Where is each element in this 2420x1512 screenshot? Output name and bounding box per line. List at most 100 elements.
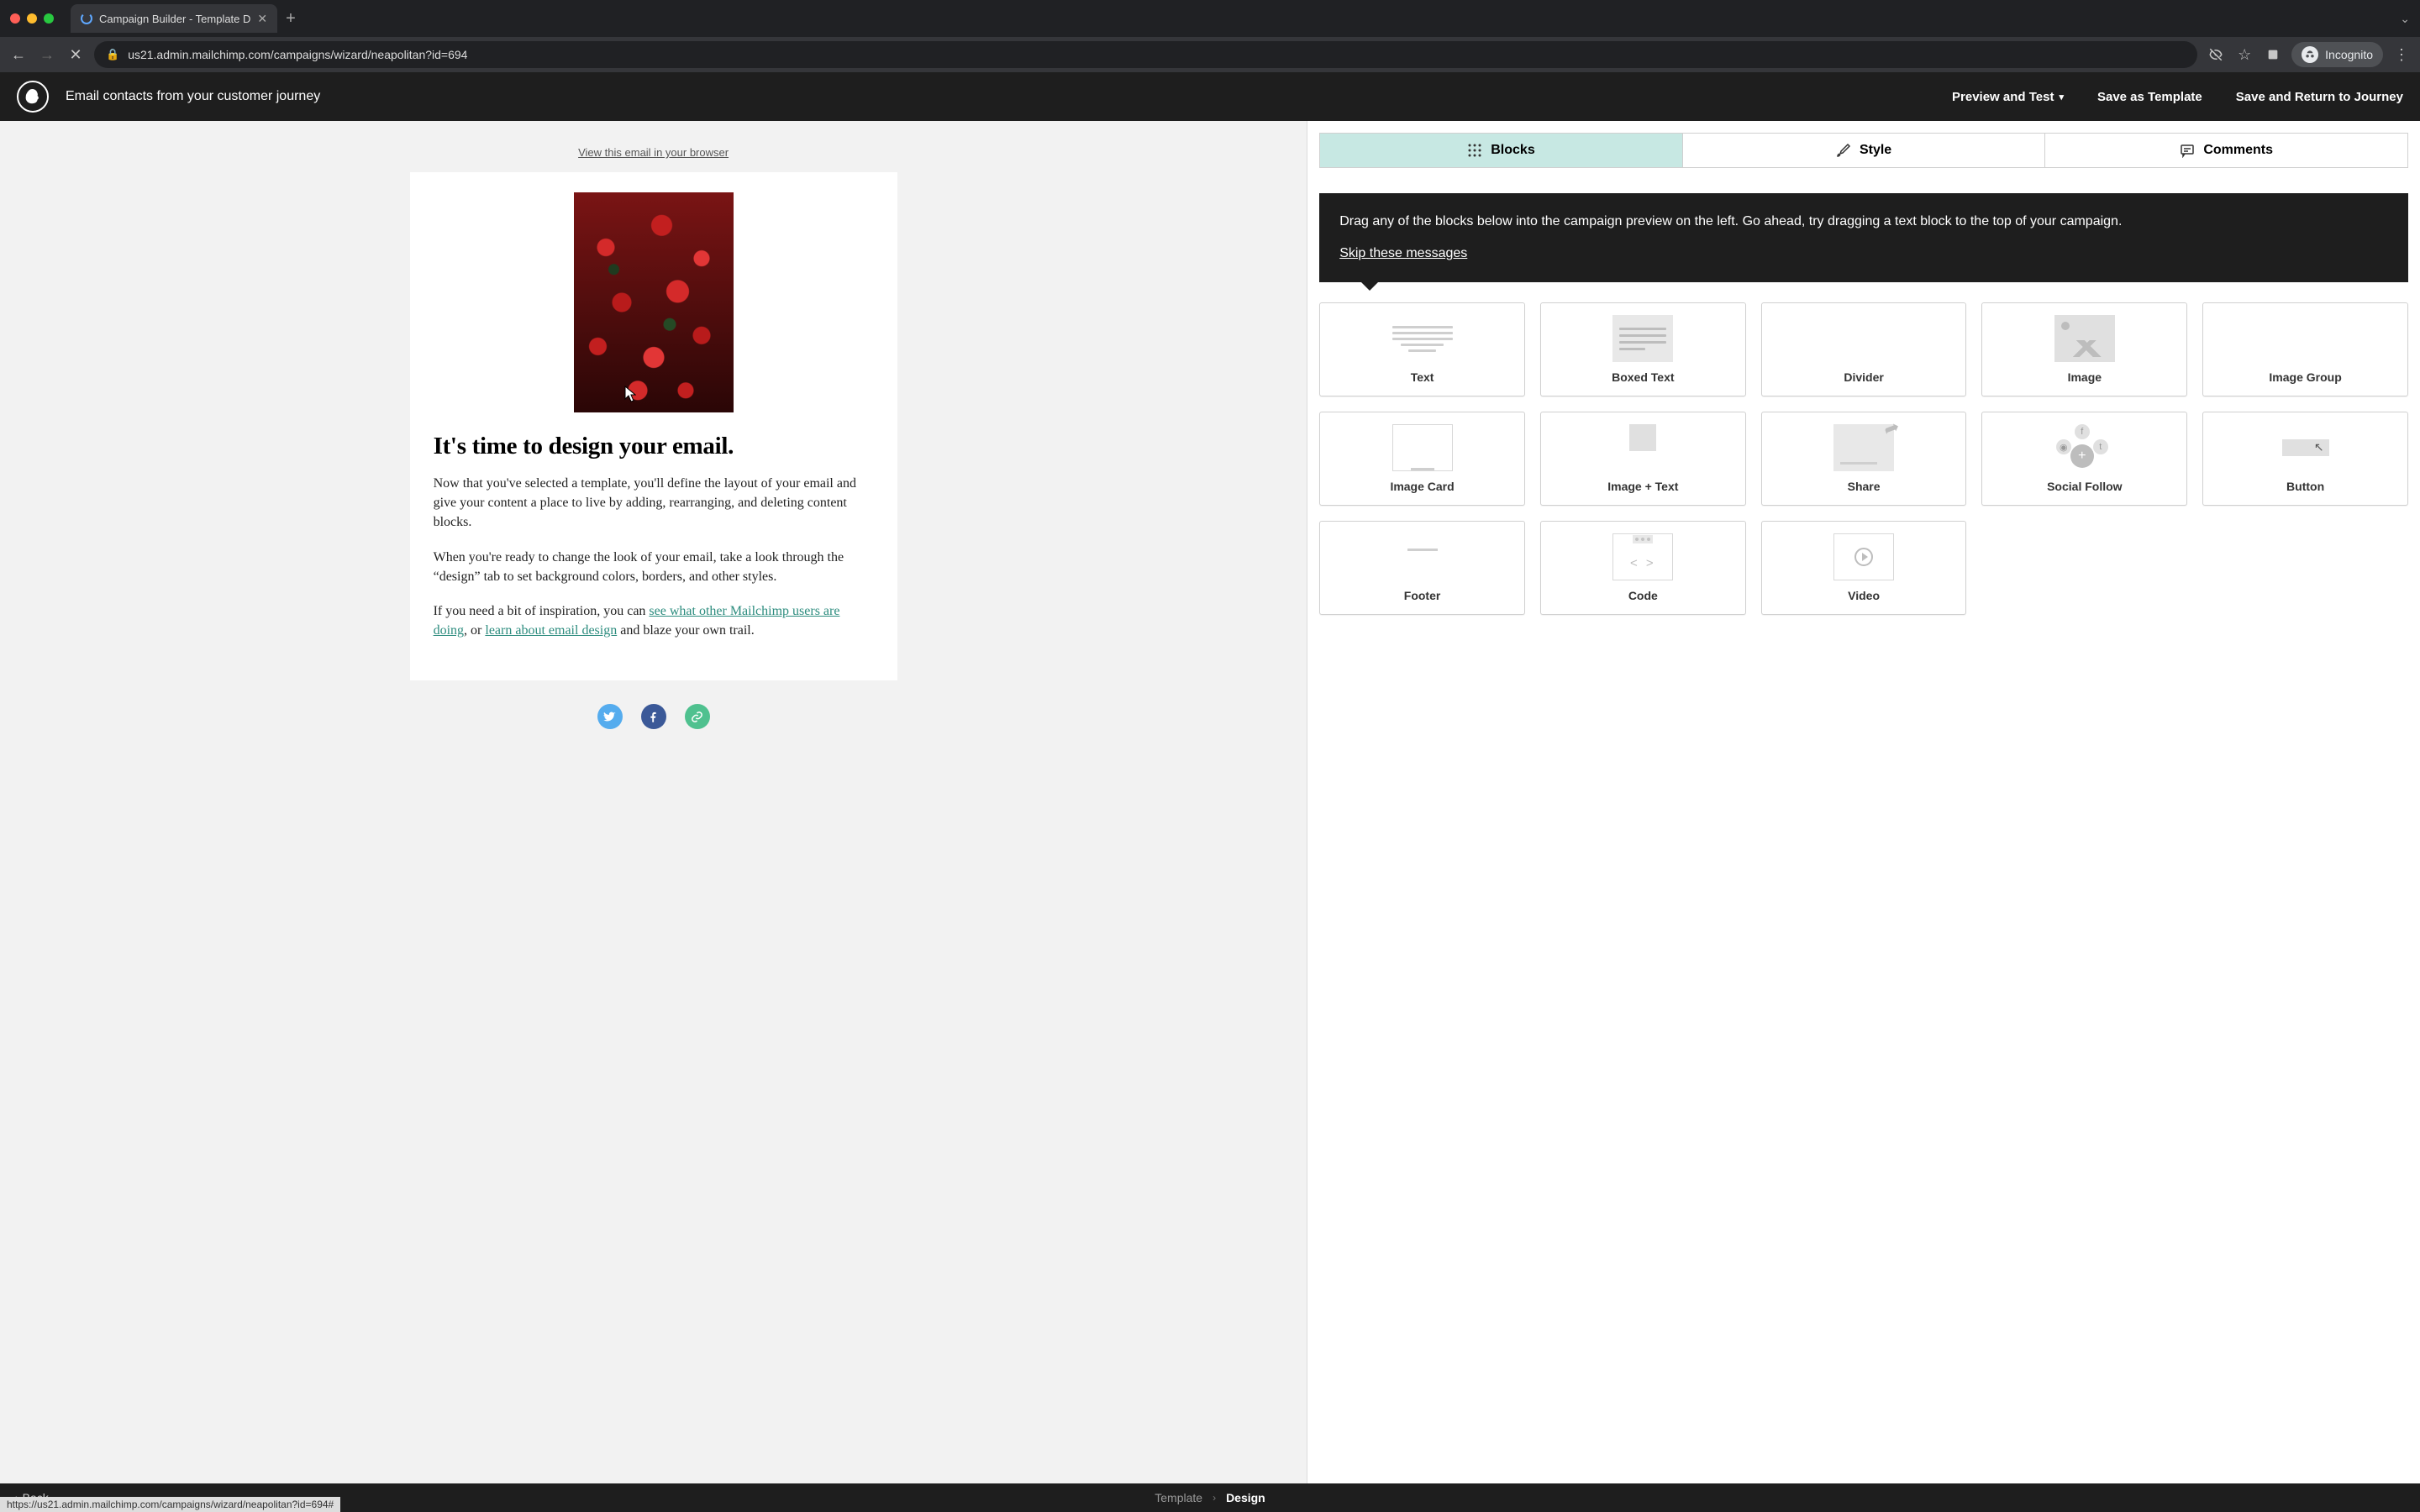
twitter-icon[interactable]: [597, 704, 623, 729]
video-icon: [1833, 533, 1894, 580]
tab-title: Campaign Builder - Template D: [99, 13, 250, 25]
chevron-right-icon: ›: [1213, 1492, 1216, 1504]
block-divider[interactable]: Divider: [1761, 302, 1967, 396]
block-image-group[interactable]: Image Group: [2202, 302, 2408, 396]
block-image[interactable]: Image: [1981, 302, 2187, 396]
block-social-follow-label: Social Follow: [2047, 480, 2122, 493]
preview-label: Preview and Test: [1952, 90, 2054, 104]
onboarding-tip: Drag any of the blocks below into the ca…: [1319, 193, 2408, 282]
topbar-actions: Preview and Test ▾ Save as Template Save…: [1952, 90, 2403, 104]
browser-navbar: ← → ✕ 🔒 us21.admin.mailchimp.com/campaig…: [0, 37, 2420, 72]
block-divider-label: Divider: [1844, 370, 1883, 384]
back-icon[interactable]: ←: [8, 45, 29, 65]
cursor-icon: [624, 386, 636, 402]
p3-mid: , or: [464, 623, 485, 638]
tab-blocks[interactable]: Blocks: [1320, 134, 1683, 167]
block-image-text[interactable]: Image + Text: [1540, 412, 1746, 506]
block-boxed-text-label: Boxed Text: [1612, 370, 1674, 384]
image-text-icon: [1612, 424, 1673, 471]
block-social-follow[interactable]: ◉ft + Social Follow: [1981, 412, 2187, 506]
preview-and-test-button[interactable]: Preview and Test ▾: [1952, 90, 2064, 104]
stop-reload-icon[interactable]: ✕: [66, 45, 86, 65]
mailchimp-logo-icon[interactable]: [17, 81, 49, 113]
view-in-browser-link[interactable]: View this email in your browser: [578, 146, 729, 159]
image-icon: [2054, 315, 2115, 362]
address-bar[interactable]: 🔒 us21.admin.mailchimp.com/campaigns/wiz…: [94, 41, 2197, 68]
email-body-text[interactable]: Now that you've selected a template, you…: [434, 474, 874, 640]
eye-off-icon[interactable]: [2206, 45, 2226, 65]
p3-prefix: If you need a bit of inspiration, you ca…: [434, 604, 650, 618]
hero-image[interactable]: [574, 192, 734, 412]
text-block-icon: [1392, 315, 1453, 362]
image-group-icon: [2275, 315, 2336, 362]
email-canvas[interactable]: It's time to design your email. Now that…: [410, 172, 897, 680]
loading-spinner-icon: [81, 13, 92, 24]
block-video-label: Video: [1848, 589, 1880, 602]
block-button[interactable]: ↖ Button: [2202, 412, 2408, 506]
breadcrumb: Template › Design: [1155, 1491, 1265, 1504]
blocks-grid-icon: [1467, 143, 1482, 158]
image-card-icon: [1392, 424, 1453, 471]
incognito-badge[interactable]: Incognito: [2291, 42, 2383, 67]
tab-style[interactable]: Style: [1683, 134, 2046, 167]
chevron-down-icon: ▾: [2059, 92, 2064, 102]
social-follow-icon: ◉ft +: [2054, 424, 2115, 471]
link-icon[interactable]: [685, 704, 710, 729]
builder-tabs: Blocks Style Comments: [1319, 133, 2408, 168]
tab-blocks-label: Blocks: [1491, 143, 1534, 158]
share-icon: ➦: [1833, 424, 1894, 471]
block-boxed-text[interactable]: Boxed Text: [1540, 302, 1746, 396]
builder-pane: Blocks Style Comments Drag any of the bl…: [1307, 121, 2420, 1483]
page-title: Email contacts from your customer journe…: [66, 89, 320, 104]
bottom-bar: ‹ Back Template › Design: [0, 1483, 2420, 1512]
block-image-text-label: Image + Text: [1607, 480, 1678, 493]
crumb-template[interactable]: Template: [1155, 1491, 1202, 1504]
lock-icon: 🔒: [106, 48, 119, 61]
block-image-card[interactable]: Image Card: [1319, 412, 1525, 506]
crumb-design: Design: [1226, 1491, 1265, 1504]
save-and-return-button[interactable]: Save and Return to Journey: [2236, 90, 2403, 104]
p3-suffix: and blaze your own trail.: [617, 623, 755, 638]
tabs-overflow-icon[interactable]: ⌄: [2400, 12, 2410, 26]
save-as-template-button[interactable]: Save as Template: [2097, 90, 2202, 104]
block-footer[interactable]: Footer: [1319, 521, 1525, 615]
block-image-label: Image: [2068, 370, 2102, 384]
block-video[interactable]: Video: [1761, 521, 1967, 615]
block-image-group-label: Image Group: [2269, 370, 2341, 384]
button-icon: ↖: [2275, 424, 2336, 471]
comment-icon: [2180, 143, 2195, 158]
maximize-window-icon[interactable]: [44, 13, 54, 24]
window-controls: [10, 13, 54, 24]
block-code[interactable]: < > Code: [1540, 521, 1746, 615]
tab-comments[interactable]: Comments: [2045, 134, 2407, 167]
browser-tab[interactable]: Campaign Builder - Template D ✕: [71, 4, 277, 33]
kebab-menu-icon[interactable]: ⋮: [2391, 45, 2412, 65]
email-preview-pane[interactable]: View this email in your browser It's tim…: [0, 121, 1307, 1483]
new-tab-button[interactable]: +: [286, 9, 296, 29]
close-window-icon[interactable]: [10, 13, 20, 24]
inspiration-link-2[interactable]: learn about email design: [485, 623, 617, 638]
extensions-icon[interactable]: [2263, 45, 2283, 65]
close-tab-icon[interactable]: ✕: [257, 12, 267, 26]
boxed-text-icon: [1612, 315, 1673, 362]
email-heading[interactable]: It's time to design your email.: [434, 433, 874, 460]
block-share-label: Share: [1848, 480, 1881, 493]
tooltip-arrow-icon: [1361, 282, 1378, 291]
facebook-icon[interactable]: [641, 704, 666, 729]
blocks-grid: Text Boxed Text Divider Image: [1307, 299, 2420, 632]
app-topbar: Email contacts from your customer journe…: [0, 72, 2420, 121]
workspace: View this email in your browser It's tim…: [0, 121, 2420, 1483]
block-text[interactable]: Text: [1319, 302, 1525, 396]
block-footer-label: Footer: [1404, 589, 1441, 602]
minimize-window-icon[interactable]: [27, 13, 37, 24]
forward-icon: →: [37, 45, 57, 65]
tab-comments-label: Comments: [2203, 143, 2273, 158]
divider-icon: [1833, 315, 1894, 362]
skip-messages-link[interactable]: Skip these messages: [1339, 244, 1467, 264]
block-share[interactable]: ➦ Share: [1761, 412, 1967, 506]
block-button-label: Button: [2286, 480, 2324, 493]
footer-icon: [1392, 533, 1453, 580]
bookmark-star-icon[interactable]: ☆: [2234, 45, 2254, 65]
url-text: us21.admin.mailchimp.com/campaigns/wizar…: [128, 48, 467, 61]
email-paragraph-1: Now that you've selected a template, you…: [434, 474, 874, 533]
